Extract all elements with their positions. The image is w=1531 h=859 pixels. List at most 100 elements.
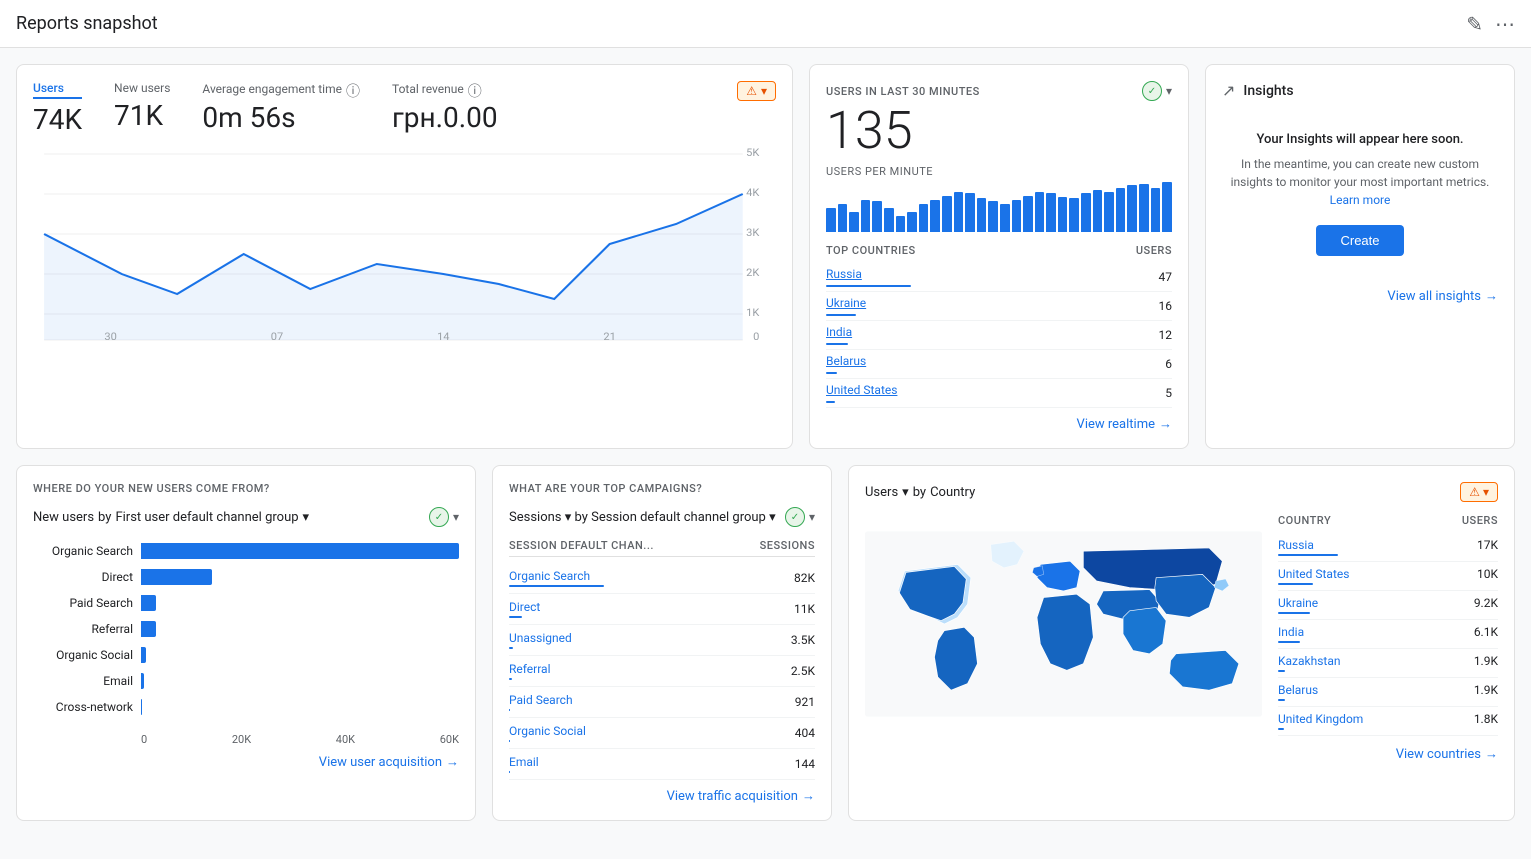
hbar-row: Email (33, 673, 459, 689)
acq-dropdown-arr[interactable]: ▾ (453, 510, 459, 524)
view-traffic-arrow: → (802, 788, 815, 804)
realtime-header: USERS IN LAST 30 MINUTES ✓ ▾ (826, 81, 1172, 101)
mini-bar (861, 200, 871, 232)
country-value: 16 (1159, 299, 1173, 313)
svg-text:14: 14 (437, 331, 450, 343)
country-value: 5 (1165, 386, 1172, 400)
country-bar (826, 285, 911, 287)
view-user-acquisition-link[interactable]: View user acquisition → (33, 754, 459, 770)
svg-text:07: 07 (271, 331, 284, 343)
country-name[interactable]: Russia (826, 267, 911, 287)
view-all-insights-link[interactable]: View all insights → (1222, 288, 1498, 304)
geo-dropdown[interactable]: Users ▾ by Country (865, 485, 975, 500)
mini-bar (826, 208, 836, 232)
hbar-track (141, 543, 459, 559)
insights-icon: ↗ (1222, 81, 1235, 100)
geo-country-value: 1.9K (1474, 654, 1498, 672)
hbar-row: Organic Social (33, 647, 459, 663)
hbar-fill (141, 569, 212, 585)
mini-bar (1104, 192, 1114, 232)
hbar-label: Direct (33, 570, 133, 584)
mini-bar (1069, 198, 1079, 232)
acq-check-badge[interactable]: ✓ (429, 507, 449, 527)
hbar-track (141, 673, 459, 689)
country-name[interactable]: India (826, 325, 852, 345)
hbar-label: Paid Search (33, 596, 133, 610)
country-name[interactable]: United States (826, 383, 897, 403)
session-name[interactable]: Organic Social (509, 724, 586, 742)
mini-bar (965, 193, 975, 232)
mini-bar (1012, 200, 1022, 232)
session-value: 144 (795, 757, 815, 771)
mini-bar (838, 204, 848, 232)
countries-rows: Russia 47 Ukraine 16 India 12 Belarus 6 … (826, 263, 1172, 408)
acquisition-dropdown[interactable]: New users by First user default channel … (33, 510, 309, 525)
camp-dropdown-arr[interactable]: ▾ (809, 510, 815, 524)
view-traffic-link[interactable]: View traffic acquisition → (509, 788, 815, 804)
view-countries-link[interactable]: View countries → (865, 746, 1498, 762)
realtime-check-badge[interactable]: ✓ (1142, 81, 1162, 101)
session-name[interactable]: Organic Search (509, 569, 604, 587)
geo-country-name[interactable]: United States (1278, 567, 1349, 585)
realtime-dropdown-arrow[interactable]: ▾ (1166, 84, 1172, 98)
page-header: Reports snapshot ✎ ⋯ (0, 0, 1531, 48)
geo-country-name[interactable]: Russia (1278, 538, 1338, 556)
session-name[interactable]: Direct (509, 600, 540, 618)
mini-bar (942, 196, 952, 232)
hbar-fill (141, 673, 144, 689)
mini-bar (1139, 184, 1149, 232)
create-button[interactable]: Create (1316, 225, 1403, 256)
hbar-row: Paid Search (33, 595, 459, 611)
geo-country-name[interactable]: United Kingdom (1278, 712, 1363, 730)
session-name[interactable]: Paid Search (509, 693, 573, 711)
session-bar (509, 740, 510, 742)
campaigns-dropdown[interactable]: Sessions ▾ by Session default channel gr… (509, 510, 776, 525)
mini-bar (954, 192, 964, 232)
geo-warning-badge[interactable]: ⚠ ▾ (1460, 482, 1498, 502)
geo-metric: Users (865, 485, 898, 500)
mini-bar (1035, 192, 1045, 232)
hbar-label: Organic Search (33, 544, 133, 558)
view-realtime-link[interactable]: View realtime → (826, 416, 1172, 432)
geo-header: Users ▾ by Country ⚠ ▾ (865, 482, 1498, 502)
session-name[interactable]: Referral (509, 662, 551, 680)
edit-icon[interactable]: ✎ (1466, 12, 1483, 36)
geo-country-name[interactable]: Ukraine (1278, 596, 1318, 614)
realtime-label: USERS IN LAST 30 MINUTES (826, 85, 980, 98)
session-value: 404 (795, 726, 815, 740)
camp-check-badge[interactable]: ✓ (785, 507, 805, 527)
mini-bar (1081, 193, 1091, 232)
hbar-row: Organic Search (33, 543, 459, 559)
session-bar (509, 771, 510, 773)
country-value: 6 (1165, 357, 1172, 371)
users-metric: Users 74K (33, 81, 82, 136)
country-name[interactable]: Ukraine (826, 296, 866, 316)
geo-country-bar (1278, 641, 1300, 643)
share-icon[interactable]: ⋯ (1495, 12, 1515, 36)
total-revenue-label: Total revenue (392, 82, 464, 96)
warning-badge[interactable]: ⚠ ▾ (737, 81, 776, 101)
session-row: Organic Search 82K (509, 563, 815, 594)
main-metrics-card: Users 74K New users 71K Average engageme… (16, 64, 793, 449)
country-bar (826, 343, 848, 345)
acquisition-arrow: ▾ (303, 510, 310, 525)
hbar-label: Cross-network (33, 700, 133, 714)
geo-country-row: Russia 17K (1278, 533, 1498, 562)
new-users-label: New users (114, 81, 170, 95)
geo-country-value: 1.9K (1474, 683, 1498, 701)
country-name[interactable]: Belarus (826, 354, 866, 374)
session-name[interactable]: Email (509, 755, 539, 773)
learn-more-link[interactable]: Learn more (1330, 193, 1391, 207)
geo-country-name[interactable]: Belarus (1278, 683, 1318, 701)
countries-table: TOP COUNTRIES USERS Russia 47 Ukraine 16… (826, 244, 1172, 408)
mini-bar (1151, 188, 1161, 232)
geo-country-name[interactable]: Kazakhstan (1278, 654, 1341, 672)
svg-text:1K: 1K (746, 307, 760, 319)
main-content: Users 74K New users 71K Average engageme… (0, 48, 1531, 837)
geo-metric-arrow: ▾ (902, 485, 909, 500)
info-icon-engagement: ⓘ (346, 81, 360, 101)
svg-text:3K: 3K (746, 227, 760, 239)
session-name[interactable]: Unassigned (509, 631, 572, 649)
campaigns-dim: Session default channel group (591, 510, 766, 525)
geo-country-name[interactable]: India (1278, 625, 1304, 643)
